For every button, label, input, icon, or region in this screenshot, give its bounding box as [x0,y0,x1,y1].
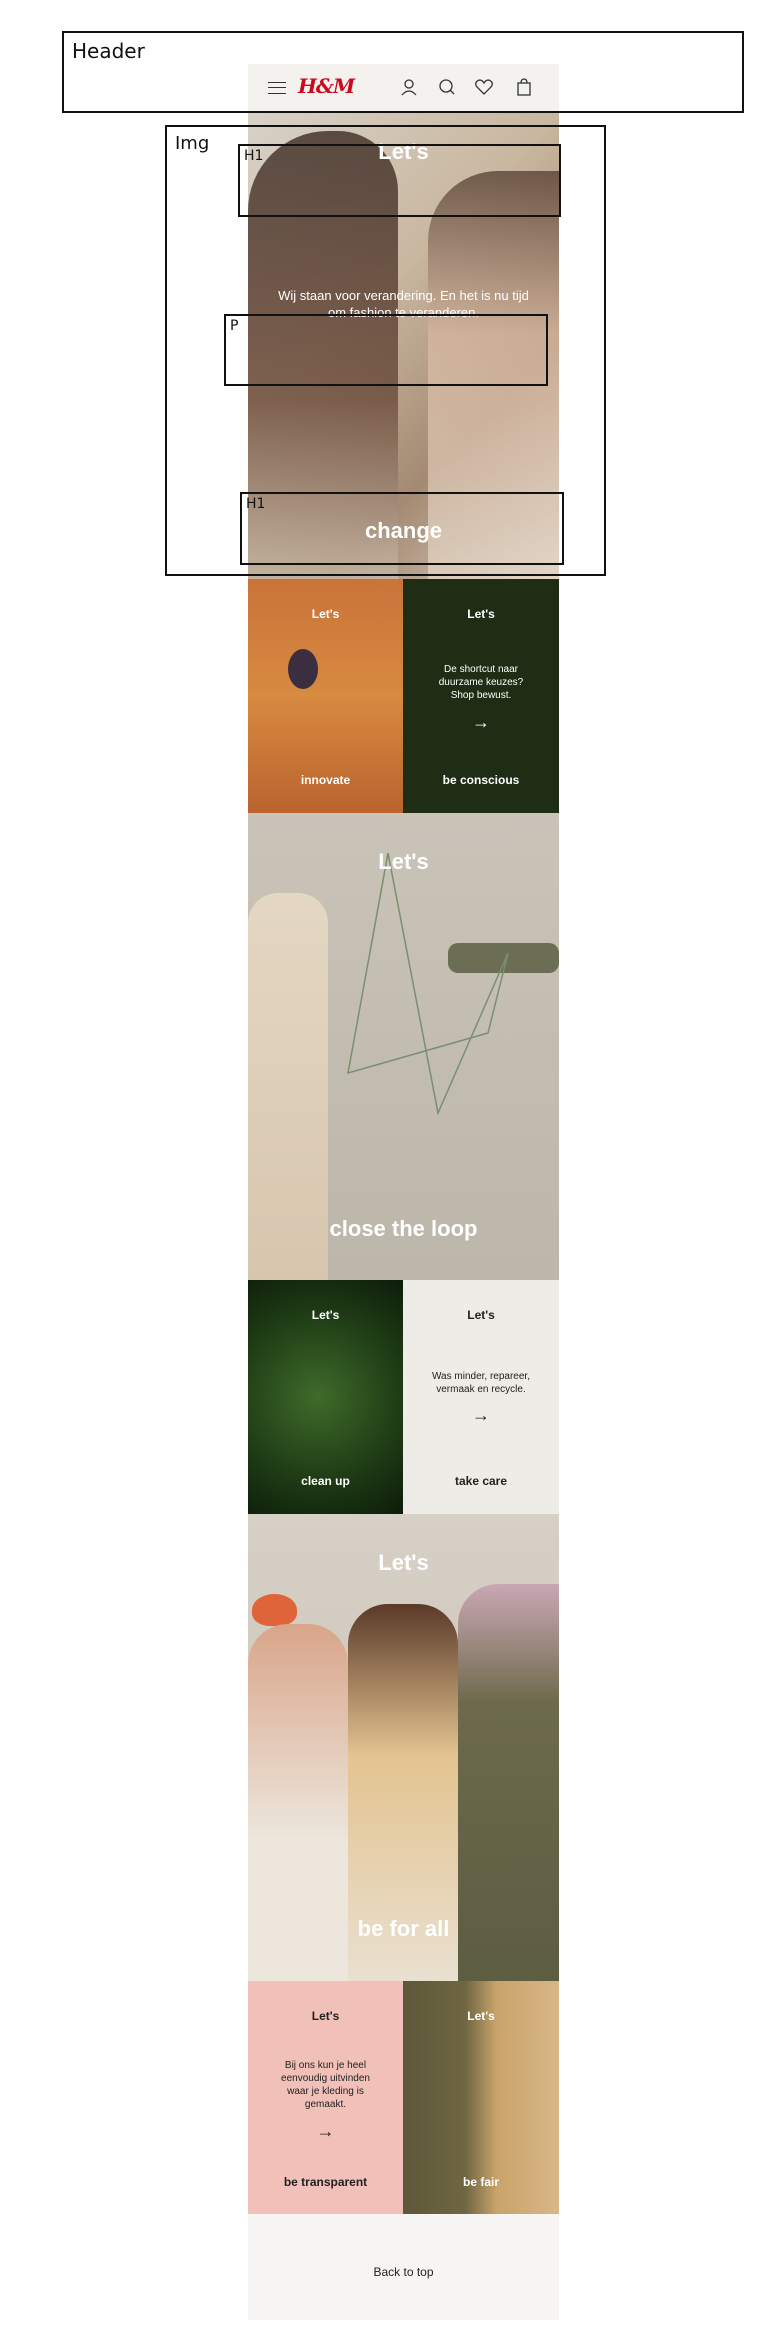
grapes-image [288,649,318,689]
hero-be-for-all[interactable]: Let's be for all [248,1514,559,1981]
arrow-right-icon[interactable]: → [403,1405,559,1426]
tile-conscious-word: be conscious [442,773,520,787]
annotation-header-box: Header [62,31,744,113]
tile-takecare-word: take care [454,1474,508,1488]
tile-transparent-text: Bij ons kun je heel eenvoudig uitvinden … [281,2060,370,2110]
arrow-right-icon[interactable]: → [403,712,559,733]
arrow-right-icon[interactable]: → [248,2121,403,2142]
annotation-h1-top-box: H1 [238,144,561,217]
tile-innovate-lets: Let's [311,607,340,621]
tile-takecare-lets: Let's [467,1308,495,1322]
tile-be-transparent[interactable]: Let's Bij ons kun je heel eenvoudig uitv… [248,1981,403,2214]
tile-takecare-text: Was minder, repareer, vermaak en recycle… [431,1371,530,1395]
tile-conscious-text: De shortcut naar duurzame keuzes? Shop b… [438,664,524,701]
annotation-p-label: P [230,318,239,334]
annotation-h1-bottom-label: H1 [246,496,266,512]
annotation-h1-bottom-box: H1 [240,492,564,565]
back-to-top-link[interactable]: Back to top [248,2224,559,2320]
annotation-img-label: Img [175,133,210,154]
tile-be-conscious[interactable]: Let's De shortcut naar duurzame keuzes? … [403,579,559,813]
tile-cleanup-word: clean up [301,1474,350,1488]
tile-innovate-word: innovate [300,773,351,787]
loop-word: close the loop [329,1216,478,1241]
hero-close-the-loop[interactable]: Let's close the loop [248,813,559,1280]
tile-fair-word: be fair [462,2175,499,2189]
annotation-p-box: P [224,314,548,386]
string-shape [347,852,509,1116]
tile-innovate[interactable]: Let's innovate [248,579,403,813]
annotation-header-label: Header [72,39,145,63]
orange-hat [252,1594,297,1626]
tile-clean-up[interactable]: Let's clean up [248,1280,403,1514]
tile-cleanup-lets: Let's [311,1308,340,1322]
annotation-h1-top-label: H1 [244,148,264,164]
tile-be-fair[interactable]: Let's be fair [403,1981,559,2214]
tile-transparent-word: be transparent [283,2175,368,2189]
forall-lets: Let's [378,1550,429,1575]
forall-word: be for all [357,1916,450,1941]
loop-lets: Let's [378,849,429,874]
tile-fair-lets: Let's [467,2009,495,2023]
tile-conscious-lets: Let's [467,607,495,621]
tile-take-care[interactable]: Let's Was minder, repareer, vermaak en r… [403,1280,559,1514]
tile-transparent-lets: Let's [311,2009,340,2023]
